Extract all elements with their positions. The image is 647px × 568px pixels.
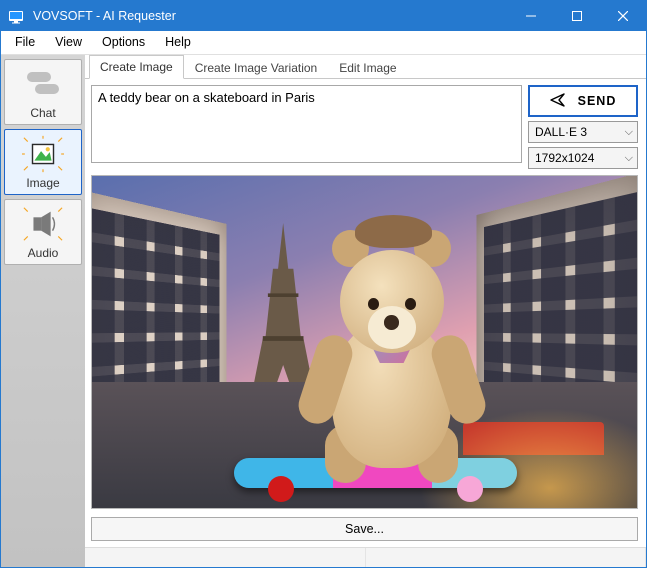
sidebar: Chat Image Audio (1, 55, 85, 567)
maximize-button[interactable] (554, 1, 600, 31)
statusbar (85, 547, 646, 567)
app-icon (1, 8, 31, 24)
tab-edit-image[interactable]: Edit Image (328, 56, 407, 79)
minimize-button[interactable] (508, 1, 554, 31)
send-button[interactable]: SEND (528, 85, 638, 117)
sidebar-item-audio[interactable]: Audio (4, 199, 82, 265)
size-select[interactable]: 1792x1024 ⌵ (528, 147, 638, 169)
model-select[interactable]: DALL·E 3 ⌵ (528, 121, 638, 143)
chat-icon (22, 66, 64, 102)
sidebar-item-chat[interactable]: Chat (4, 59, 82, 125)
save-label: Save... (345, 522, 384, 536)
sidebar-item-label: Chat (30, 106, 55, 120)
save-button[interactable]: Save... (91, 517, 638, 541)
chevron-down-icon: ⌵ (625, 152, 633, 165)
chevron-down-icon: ⌵ (625, 126, 633, 139)
image-icon (22, 136, 64, 172)
tabs: Create Image Create Image Variation Edit… (85, 55, 646, 79)
prompt-input[interactable] (91, 85, 522, 163)
menu-view[interactable]: View (45, 31, 92, 54)
sidebar-item-image[interactable]: Image (4, 129, 82, 195)
sidebar-item-label: Image (26, 176, 59, 190)
close-button[interactable] (600, 1, 646, 31)
sidebar-item-label: Audio (28, 246, 59, 260)
menu-help[interactable]: Help (155, 31, 201, 54)
tab-create-variation[interactable]: Create Image Variation (184, 56, 329, 79)
audio-icon (22, 206, 64, 242)
menu-file[interactable]: File (5, 31, 45, 54)
send-icon (550, 92, 566, 111)
generated-image (91, 175, 638, 509)
tab-create-image[interactable]: Create Image (89, 55, 184, 79)
model-value: DALL·E 3 (535, 125, 587, 139)
menu-options[interactable]: Options (92, 31, 155, 54)
menubar: File View Options Help (1, 31, 646, 55)
window-title: VOVSOFT - AI Requester (31, 9, 508, 23)
send-label: SEND (578, 94, 617, 108)
size-value: 1792x1024 (535, 151, 594, 165)
titlebar: VOVSOFT - AI Requester (1, 1, 646, 31)
